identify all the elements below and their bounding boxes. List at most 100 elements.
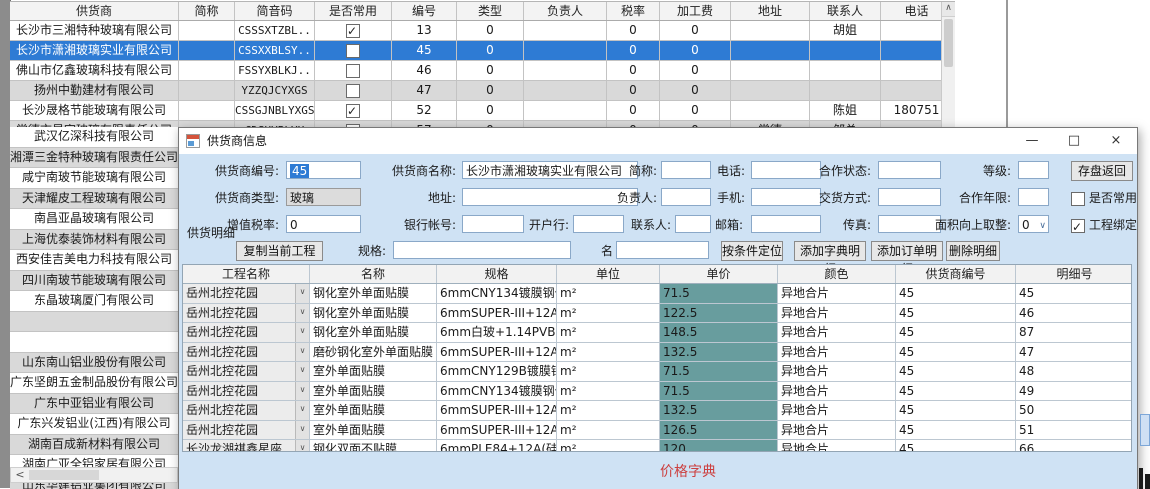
project-combo-cell[interactable]: 岳州北控花园 bbox=[183, 382, 310, 401]
project-combo-cell[interactable]: 长沙龙湖祺鑫星座 bbox=[183, 440, 310, 452]
col-header-name[interactable]: 名称 bbox=[310, 265, 437, 283]
col-header-no[interactable]: 编号 bbox=[392, 2, 457, 20]
col-header-tax[interactable]: 税率 bbox=[607, 2, 660, 20]
common-checkbox[interactable] bbox=[346, 24, 360, 38]
area-round-select[interactable]: 0 bbox=[1018, 215, 1049, 233]
minimize-button[interactable]: — bbox=[1011, 128, 1053, 154]
col-header-fee[interactable]: 加工费 bbox=[660, 2, 731, 20]
detail-row[interactable]: 岳州北控花园 磨砂钢化室外单面贴膜 6mmSUPER-III+12A(硅... … bbox=[183, 343, 1131, 363]
table-vertical-scrollbar[interactable]: ∧ bbox=[941, 2, 955, 128]
delete-detail-button[interactable]: 删除明细 bbox=[946, 241, 1000, 261]
supplier-list-item[interactable]: 东晶玻璃厦门有限公司 bbox=[10, 291, 178, 312]
combo-dropdown-icon[interactable] bbox=[295, 401, 309, 420]
grade-input[interactable] bbox=[1018, 161, 1049, 179]
coop-years-input[interactable] bbox=[1018, 188, 1049, 206]
supplier-type-input[interactable]: 玻璃 bbox=[286, 188, 361, 206]
detail-row[interactable]: 岳州北控花园 室外单面贴膜 6mmSUPER-III+12A(硅... m² 1… bbox=[183, 421, 1131, 441]
spec-filter-input[interactable] bbox=[393, 241, 571, 259]
combo-dropdown-icon[interactable] bbox=[295, 284, 309, 303]
project-bind-checkbox[interactable]: 工程绑定 bbox=[1071, 215, 1137, 235]
supplier-row[interactable]: 长沙市潇湘玻璃实业有限公司 CSSXXBLSY.. 45 0 0 0 bbox=[10, 41, 955, 61]
supplier-list-item[interactable]: 四川南玻节能玻璃有限公司 bbox=[10, 271, 178, 292]
supplier-row[interactable]: 佛山市亿鑫玻璃科技有限公司 FSSYXBLKJ.. 46 0 0 0 bbox=[10, 61, 955, 81]
name-filter-input[interactable] bbox=[616, 241, 709, 259]
supplier-list-item[interactable]: 上海优泰装饰材料有限公司 bbox=[10, 230, 178, 251]
scrollbar-thumb[interactable] bbox=[29, 470, 99, 480]
close-button[interactable]: × bbox=[1095, 128, 1137, 154]
col-header-leader[interactable]: 负责人 bbox=[524, 2, 607, 20]
col-header-code[interactable]: 简音码 bbox=[235, 2, 315, 20]
add-dict-button[interactable]: 添加字典明细 bbox=[794, 241, 866, 261]
supplier-list-item[interactable] bbox=[10, 312, 178, 333]
col-header-spec[interactable]: 规格 bbox=[437, 265, 557, 283]
col-header-unit[interactable]: 单位 bbox=[557, 265, 660, 283]
combo-dropdown-icon[interactable] bbox=[295, 382, 309, 401]
detail-row[interactable]: 长沙龙湖祺鑫星座 钢化双面不贴膜 6mmPLE84+12A(硅酮胶... m² … bbox=[183, 440, 1131, 452]
add-order-button[interactable]: 添加订单明细 bbox=[871, 241, 943, 261]
is-common-checkbox[interactable]: 是否常用 bbox=[1071, 188, 1137, 208]
list-horizontal-scrollbar[interactable]: < bbox=[10, 467, 178, 483]
maximize-button[interactable]: □ bbox=[1053, 128, 1095, 154]
combo-dropdown-icon[interactable] bbox=[295, 304, 309, 323]
combo-dropdown-icon[interactable] bbox=[295, 362, 309, 381]
project-combo-cell[interactable]: 岳州北控花园 bbox=[183, 343, 310, 362]
copy-project-button[interactable]: 复制当前工程 bbox=[236, 241, 323, 261]
col-header-supplier[interactable]: 供货商 bbox=[10, 2, 179, 20]
supplier-list-item[interactable]: 山东南山铝业股份有限公司 bbox=[10, 353, 178, 374]
detail-row[interactable]: 岳州北控花园 钢化室外单面贴膜 6mmSUPER-III+12A(硅... m²… bbox=[183, 304, 1131, 324]
supplier-list-item[interactable]: 广东坚朗五金制品股份有限公司 bbox=[10, 373, 178, 394]
checkbox-icon[interactable] bbox=[1071, 192, 1085, 206]
common-checkbox[interactable] bbox=[346, 104, 360, 118]
bank-input[interactable] bbox=[573, 215, 624, 233]
project-combo-cell[interactable]: 岳州北控花园 bbox=[183, 362, 310, 381]
dialog-titlebar[interactable]: 供货商信息 — □ × bbox=[179, 128, 1137, 154]
supplier-list-item[interactable]: 南昌亚晶玻璃有限公司 bbox=[10, 209, 178, 230]
supplier-row[interactable]: 长沙市三湘特种玻璃有限公司 CSSSXTZBL.. 13 0 0 0 胡姐 bbox=[10, 21, 955, 41]
combo-dropdown-icon[interactable] bbox=[295, 343, 309, 362]
col-header-common[interactable]: 是否常用 bbox=[315, 2, 392, 20]
checkbox-icon[interactable] bbox=[1071, 219, 1085, 233]
supplier-list-item[interactable]: 西安佳吉美电力科技有限公司 bbox=[10, 250, 178, 271]
supplier-list-item[interactable]: 武汉亿深科技有限公司 bbox=[10, 127, 178, 148]
save-return-button[interactable]: 存盘返回 bbox=[1071, 161, 1133, 181]
scrollbar-thumb[interactable] bbox=[944, 19, 953, 67]
locate-button[interactable]: 按条件定位 bbox=[721, 241, 783, 261]
col-header-supplier-no[interactable]: 供货商编号 bbox=[896, 265, 1016, 283]
col-header-contact[interactable]: 联系人 bbox=[810, 2, 881, 20]
detail-row[interactable]: 岳州北控花园 室外单面贴膜 6mmSUPER-III+12A(硅... m² 1… bbox=[183, 401, 1131, 421]
common-checkbox[interactable] bbox=[346, 64, 360, 78]
supplier-list-item[interactable]: 天津耀皮工程玻璃有限公司 bbox=[10, 189, 178, 210]
detail-row[interactable]: 岳州北控花园 钢化室外单面贴膜 6mm白玻+1.14PVB+6mm... m² … bbox=[183, 323, 1131, 343]
detail-row[interactable]: 岳州北控花园 室外单面贴膜 6mmCNY134镀膜钢化 m² 71.5 异地合片… bbox=[183, 382, 1131, 402]
col-header-project[interactable]: 工程名称 bbox=[183, 265, 310, 283]
common-checkbox[interactable] bbox=[346, 44, 360, 58]
project-combo-cell[interactable]: 岳州北控花园 bbox=[183, 421, 310, 440]
col-header-type[interactable]: 类型 bbox=[457, 2, 524, 20]
bank-account-input[interactable] bbox=[462, 215, 524, 233]
scroll-left-icon[interactable]: < bbox=[13, 468, 27, 482]
supplier-list-item[interactable]: 广东兴发铝业(江西)有限公司 bbox=[10, 414, 178, 435]
supplier-list-item[interactable]: 湘潭三金特种玻璃有限责任公司 bbox=[10, 148, 178, 169]
vat-input[interactable]: 0 bbox=[286, 215, 361, 233]
project-combo-cell[interactable]: 岳州北控花园 bbox=[183, 401, 310, 420]
supplier-list-item[interactable]: 湖南百成新材料有限公司 bbox=[10, 435, 178, 456]
project-combo-cell[interactable]: 岳州北控花园 bbox=[183, 323, 310, 342]
supplier-list-item[interactable]: 广东中亚铝业有限公司 bbox=[10, 394, 178, 415]
col-header-price[interactable]: 单价 bbox=[660, 265, 778, 283]
combo-dropdown-icon[interactable] bbox=[295, 421, 309, 440]
project-combo-cell[interactable]: 岳州北控花园 bbox=[183, 284, 310, 303]
col-header-addr[interactable]: 地址 bbox=[731, 2, 810, 20]
combo-dropdown-icon[interactable] bbox=[295, 440, 309, 452]
scroll-up-icon[interactable]: ∧ bbox=[942, 2, 955, 17]
col-header-detail-no[interactable]: 明细号 bbox=[1016, 265, 1132, 283]
supplier-no-input[interactable]: 45 bbox=[286, 161, 361, 179]
combo-dropdown-icon[interactable] bbox=[295, 323, 309, 342]
detail-row[interactable]: 岳州北控花园 室外单面贴膜 6mmCNY129B镀膜钢化 m² 71.5 异地合… bbox=[183, 362, 1131, 382]
detail-row[interactable]: 岳州北控花园 钢化室外单面贴膜 6mmCNY134镀膜钢化 m² 71.5 异地… bbox=[183, 284, 1131, 304]
common-checkbox[interactable] bbox=[346, 84, 360, 98]
col-header-abbr[interactable]: 简称 bbox=[179, 2, 235, 20]
supplier-list-item[interactable]: 咸宁南玻节能玻璃有限公司 bbox=[10, 168, 178, 189]
supplier-list-item[interactable] bbox=[10, 332, 178, 353]
project-combo-cell[interactable]: 岳州北控花园 bbox=[183, 304, 310, 323]
supplier-row[interactable]: 扬州中勤建材有限公司 YZZQJCYXGS 47 0 0 0 bbox=[10, 81, 955, 101]
